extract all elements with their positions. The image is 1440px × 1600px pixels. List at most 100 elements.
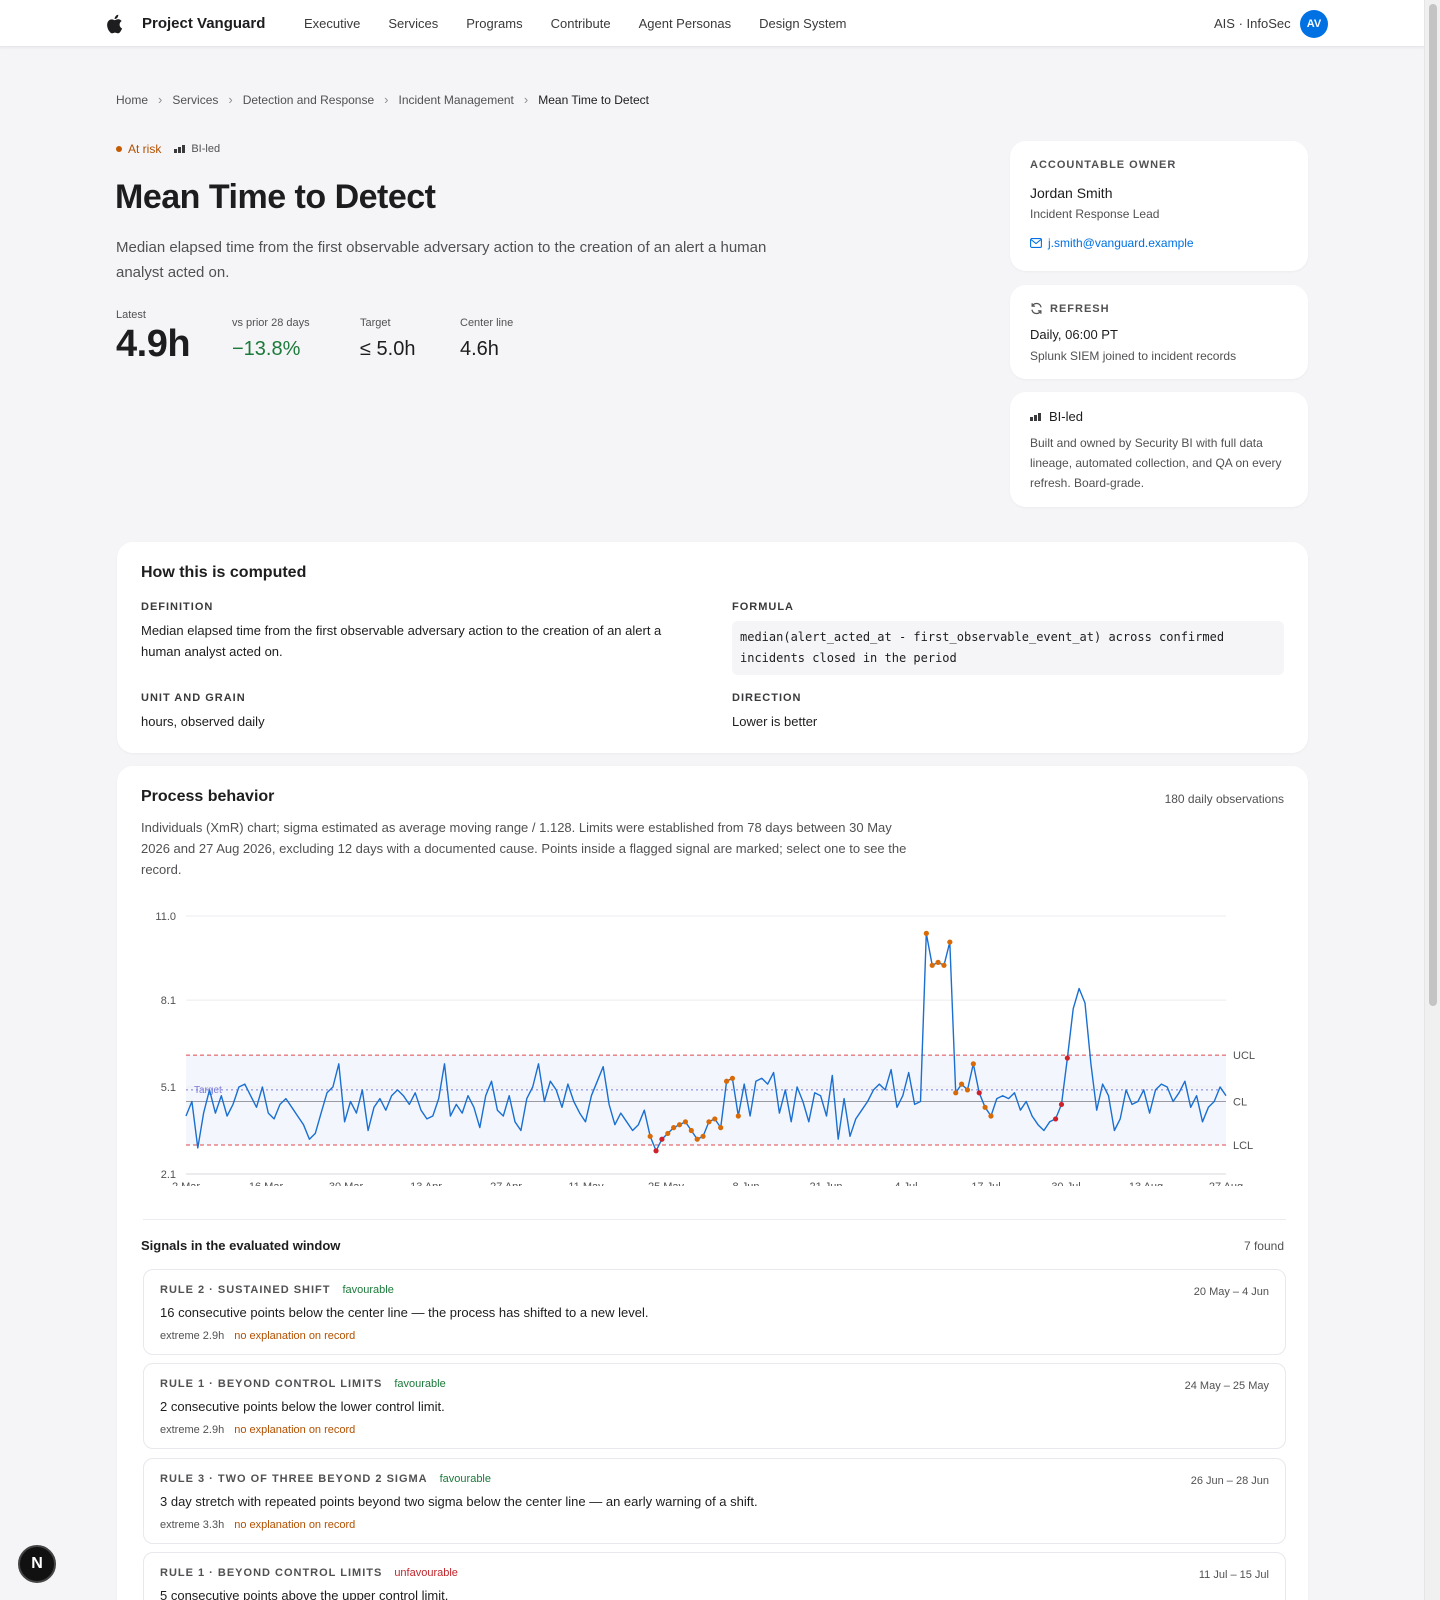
signal-tag: favourable bbox=[439, 1473, 491, 1485]
refresh-head: REFRESH bbox=[1030, 302, 1288, 315]
signal-point bbox=[712, 1116, 718, 1122]
nav-link-executive[interactable]: Executive bbox=[304, 16, 360, 31]
signal-point bbox=[929, 962, 935, 968]
signal-tag: favourable bbox=[394, 1378, 446, 1390]
dev-tools-button[interactable]: N bbox=[18, 1545, 56, 1583]
x-tick-label: 16 Mar bbox=[249, 1181, 284, 1186]
page-title: Mean Time to Detect bbox=[115, 178, 436, 216]
bi-card-text: Built and owned by Security BI with full… bbox=[1030, 436, 1282, 490]
formula-block: FORMULA median(alert_acted_at - first_ob… bbox=[732, 601, 1284, 675]
breadcrumb-detection[interactable]: Detection and Response bbox=[243, 93, 374, 107]
signal-point bbox=[653, 1148, 659, 1154]
signal-meta: extreme 2.9h no explanation on record bbox=[160, 1424, 356, 1436]
nav-link-design-system[interactable]: Design System bbox=[759, 16, 846, 31]
breadcrumb: Home › Services › Detection and Response… bbox=[116, 92, 649, 107]
definition-label: DEFINITION bbox=[141, 601, 214, 613]
signal-description: 2 consecutive points below the lower con… bbox=[160, 1399, 445, 1414]
observation-count: 180 daily observations bbox=[1164, 792, 1284, 806]
nav-link-programs[interactable]: Programs bbox=[466, 16, 522, 31]
mail-icon bbox=[1030, 238, 1042, 248]
direction-block: DIRECTION Lower is better bbox=[732, 692, 817, 732]
status-badge: At risk bbox=[128, 142, 162, 156]
signal-point bbox=[947, 939, 953, 945]
refresh-card: REFRESH Daily, 06:00 PT Splunk SIEM join… bbox=[1010, 285, 1308, 379]
signal-item[interactable]: RULE 1 · BEYOND CONTROL LIMITS unfavourab… bbox=[143, 1552, 1286, 1600]
signal-point bbox=[923, 930, 929, 936]
breadcrumb-incident[interactable]: Incident Management bbox=[398, 93, 513, 107]
signal-point bbox=[647, 1133, 653, 1139]
breadcrumb-current: Mean Time to Detect bbox=[538, 92, 649, 107]
signal-description: 16 consecutive points below the center l… bbox=[160, 1305, 649, 1320]
nav-link-agent-personas[interactable]: Agent Personas bbox=[639, 16, 732, 31]
x-tick-label: 11 May bbox=[568, 1181, 604, 1186]
signal-dates: 20 May – 4 Jun bbox=[1193, 1286, 1269, 1298]
status-row: At risk BI-led bbox=[116, 142, 220, 156]
direction-label: DIRECTION bbox=[732, 692, 802, 704]
metric-latest: Latest 4.9h bbox=[116, 309, 191, 366]
ucl-label: UCL bbox=[1233, 1050, 1255, 1062]
signal-item[interactable]: RULE 1 · BEYOND CONTROL LIMITS favourable… bbox=[143, 1363, 1286, 1449]
signal-item[interactable]: RULE 2 · SUSTAINED SHIFT favourable 20 Ma… bbox=[143, 1269, 1286, 1355]
x-tick-label: 30 Mar bbox=[329, 1181, 364, 1186]
signal-point bbox=[935, 959, 941, 965]
formula-code: median(alert_acted_at - first_observable… bbox=[732, 621, 1284, 675]
x-tick-label: 17 Jul bbox=[971, 1181, 1000, 1186]
owner-role: Incident Response Lead bbox=[1030, 207, 1160, 221]
nav-link-services[interactable]: Services bbox=[388, 16, 438, 31]
signal-point bbox=[953, 1090, 959, 1096]
bi-card-title: BI-led bbox=[1049, 409, 1083, 424]
signal-point bbox=[700, 1133, 706, 1139]
metric-label: vs prior 28 days bbox=[232, 317, 310, 329]
metric-value: 4.6h bbox=[460, 338, 499, 360]
chevron-right-icon: › bbox=[158, 92, 163, 107]
signal-point bbox=[988, 1113, 994, 1119]
bar-signal-icon bbox=[174, 145, 186, 153]
signal-point bbox=[723, 1078, 730, 1084]
computed-title: How this is computed bbox=[141, 564, 307, 581]
xmr-chart[interactable]: 2.18.15.111.0UCLCLLCLTarget2 Mar16 Mar30… bbox=[117, 886, 1308, 1186]
x-tick-label: 27 Aug bbox=[1209, 1181, 1243, 1186]
signal-point bbox=[970, 1061, 976, 1067]
nav-link-contribute[interactable]: Contribute bbox=[551, 16, 611, 31]
signal-point bbox=[976, 1090, 982, 1096]
signal-point bbox=[982, 1104, 988, 1110]
signal-point bbox=[958, 1081, 965, 1087]
signal-meta: extreme 2.9h no explanation on record bbox=[160, 1330, 356, 1342]
process-description: Individuals (XmR) chart; sigma estimated… bbox=[141, 820, 907, 877]
tier-label: BI-led bbox=[191, 143, 221, 155]
scrollbar-thumb[interactable] bbox=[1429, 4, 1437, 1006]
owner-name: Jordan Smith bbox=[1030, 185, 1113, 201]
owner-email-link[interactable]: j.smith@vanguard.example bbox=[1030, 236, 1288, 250]
breadcrumb-home[interactable]: Home bbox=[116, 93, 148, 107]
apple-logo-icon[interactable] bbox=[105, 14, 123, 34]
metric-label: Center line bbox=[460, 317, 514, 329]
signal-point bbox=[694, 1136, 700, 1142]
bi-card-head: BI-led bbox=[1030, 409, 1288, 424]
breadcrumb-services[interactable]: Services bbox=[172, 93, 218, 107]
metric-value: 4.9h bbox=[116, 323, 191, 365]
signal-tag: favourable bbox=[342, 1284, 394, 1296]
definition-text: Median elapsed time from the first obser… bbox=[141, 623, 662, 659]
x-tick-label: 13 Aug bbox=[1129, 1181, 1163, 1186]
avatar[interactable]: AV bbox=[1300, 10, 1328, 38]
signal-tag: unfavourable bbox=[394, 1567, 458, 1579]
page-description: Median elapsed time from the first obser… bbox=[116, 239, 767, 281]
brand-name[interactable]: Project Vanguard bbox=[142, 15, 265, 32]
chevron-right-icon: › bbox=[228, 92, 233, 107]
signal-item[interactable]: RULE 3 · TWO OF THREE BEYOND 2 SIGMA favo… bbox=[143, 1458, 1286, 1544]
x-tick-label: 13 Apr bbox=[410, 1181, 442, 1186]
signal-point bbox=[718, 1125, 724, 1131]
signal-dates: 26 Jun – 28 Jun bbox=[1190, 1475, 1269, 1487]
scrollbar[interactable] bbox=[1424, 0, 1440, 1600]
metric-label: Target bbox=[360, 317, 391, 329]
owner-email[interactable]: j.smith@vanguard.example bbox=[1048, 236, 1194, 250]
x-tick-label: 8 Jun bbox=[733, 1181, 760, 1186]
signal-point bbox=[706, 1119, 712, 1125]
signal-description: 5 consecutive points above the upper con… bbox=[160, 1588, 449, 1600]
unit-block: UNIT AND GRAIN hours, observed daily bbox=[141, 692, 265, 732]
y-tick-label: 11.0 bbox=[155, 911, 176, 923]
refresh-label: REFRESH bbox=[1050, 302, 1110, 315]
x-tick-label: 21 Jun bbox=[809, 1181, 842, 1186]
x-tick-label: 30 Jul bbox=[1051, 1181, 1080, 1186]
formula-label: FORMULA bbox=[732, 601, 794, 613]
